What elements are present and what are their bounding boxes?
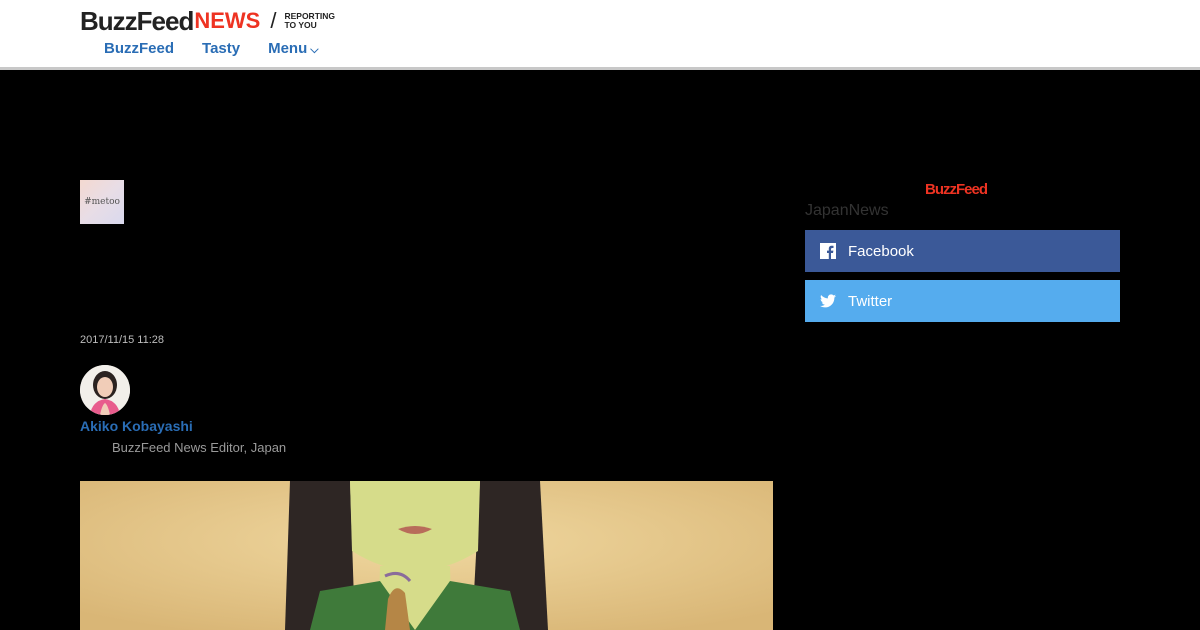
twitter-button[interactable]: Twitter: [805, 280, 1120, 322]
hero-illustration-image: [80, 481, 773, 630]
article-hero-illustration: [80, 481, 773, 630]
facebook-icon: [820, 243, 836, 259]
facebook-button[interactable]: Facebook: [805, 230, 1120, 272]
publish-date: 2017/11/15 11:28: [80, 334, 165, 346]
logo-buzzfeed-text: BuzzFeed: [80, 5, 194, 36]
chevron-down-icon: ⌵: [310, 44, 319, 56]
nav-item-buzzfeed[interactable]: BuzzFeed: [104, 40, 174, 57]
twitter-label: Twitter: [848, 292, 893, 310]
author-role: BuzzFeed News Editor, Japan: [112, 440, 287, 455]
author-avatar[interactable]: [80, 365, 130, 415]
facebook-label: Facebook: [848, 242, 914, 260]
twitter-icon: [820, 293, 836, 309]
logo-slash: /: [270, 8, 277, 33]
logo-news-text: NEWS: [194, 8, 261, 33]
logo-tagline-line2: TO YOU: [284, 20, 317, 30]
sidebar-subtitle: JapanNews: [805, 202, 889, 219]
author-name-link[interactable]: Akiko Kobayashi: [80, 418, 193, 434]
nav-item-menu[interactable]: Menu ⌵: [268, 40, 319, 57]
avatar-portrait: [80, 365, 130, 415]
nav-item-menu-label: Menu: [268, 40, 308, 57]
tag-thumb-text: #metoo: [84, 197, 120, 207]
metoo-tag-thumbnail[interactable]: #metoo: [80, 180, 124, 224]
sidebar-brand-logo[interactable]: BuzzFeed: [925, 181, 988, 198]
logo-tagline: REPORTING TO YOU: [284, 12, 344, 30]
site-header: BuzzFeed NEWS / REPORTING TO YOU BuzzFee…: [0, 0, 1200, 70]
main-nav: BuzzFeed Tasty Menu ⌵: [104, 40, 319, 57]
nav-item-tasty[interactable]: Tasty: [202, 40, 240, 57]
buzzfeed-news-logo[interactable]: BuzzFeed NEWS / REPORTING TO YOU: [80, 6, 344, 36]
